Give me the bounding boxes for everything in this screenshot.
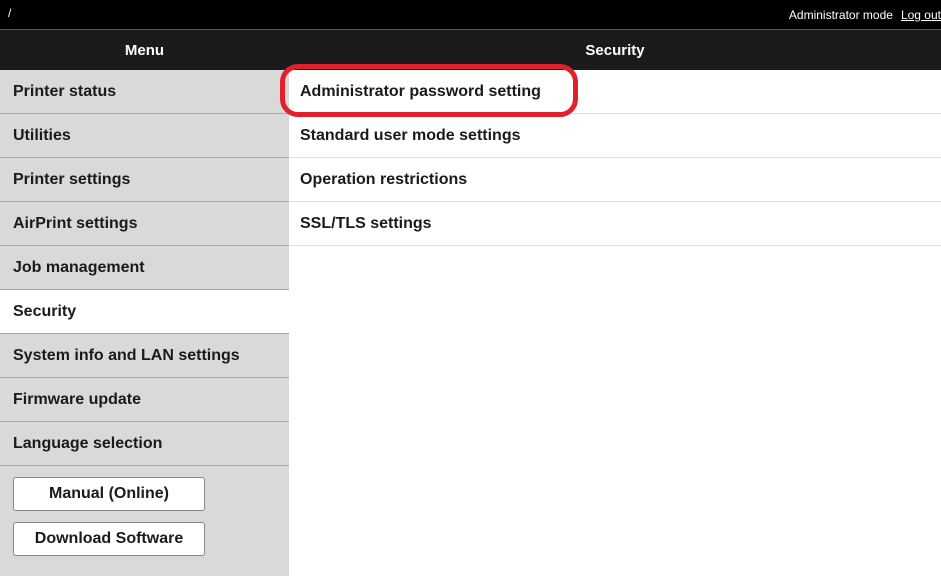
sidebar-item-system-info-lan[interactable]: System info and LAN settings xyxy=(0,334,289,378)
header-bar: Menu Security xyxy=(0,29,941,70)
logout-link[interactable]: Log out xyxy=(901,8,941,22)
sidebar-item-language-selection[interactable]: Language selection xyxy=(0,422,289,466)
manual-online-button[interactable]: Manual (Online) xyxy=(13,477,205,511)
sidebar-item-printer-status[interactable]: Printer status xyxy=(0,70,289,114)
sidebar-item-airprint-settings[interactable]: AirPrint settings xyxy=(0,202,289,246)
sidebar-item-printer-settings[interactable]: Printer settings xyxy=(0,158,289,202)
admin-password-setting-item[interactable]: Administrator password setting xyxy=(289,70,941,114)
sidebar-item-security[interactable]: Security xyxy=(0,290,289,334)
top-bar: / Administrator mode Log out xyxy=(0,0,941,29)
security-menu-list: Administrator password setting Standard … xyxy=(289,70,941,246)
standard-user-mode-settings-item[interactable]: Standard user mode settings xyxy=(289,114,941,158)
mode-label: Administrator mode xyxy=(788,7,893,22)
ssl-tls-settings-item[interactable]: SSL/TLS settings xyxy=(289,202,941,246)
session-controls: Administrator mode Log out xyxy=(789,0,941,29)
menu-title: Menu xyxy=(124,41,165,59)
sidebar-item-firmware-update[interactable]: Firmware update xyxy=(0,378,289,422)
path-indicator: / xyxy=(8,6,12,20)
sidebar: Printer status Utilities Printer setting… xyxy=(0,70,289,576)
operation-restrictions-item[interactable]: Operation restrictions xyxy=(289,158,941,202)
download-software-button[interactable]: Download Software xyxy=(13,522,205,556)
page-title: Security xyxy=(585,41,645,59)
sidebar-item-utilities[interactable]: Utilities xyxy=(0,114,289,158)
printer-web-ui: / Administrator mode Log out Menu Securi… xyxy=(0,0,941,576)
sidebar-item-job-management[interactable]: Job management xyxy=(0,246,289,290)
